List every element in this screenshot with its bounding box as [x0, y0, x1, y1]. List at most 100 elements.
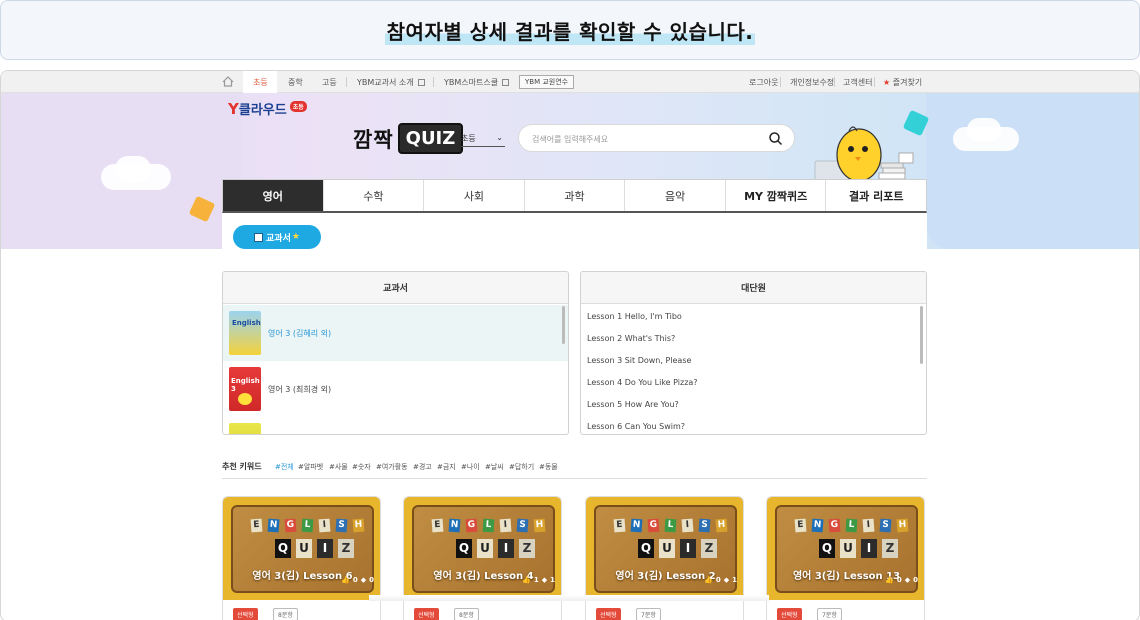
letter-tile: I — [499, 518, 512, 533]
textbook-cover-image — [229, 423, 261, 434]
letter-tile: Z — [519, 539, 535, 558]
keyword-item[interactable]: #알파벳 — [298, 462, 323, 472]
nav-ybm-smartschool[interactable]: YBM스마트스쿨 — [444, 77, 510, 88]
nav-ybm-textbook-label: YBM교과서 소개 — [357, 78, 414, 87]
search-input[interactable]: 검색어를 입력해주세요 — [532, 134, 608, 145]
textbook-panel-header: 교과서 — [223, 272, 568, 304]
thumbs-up-icon: 👍 — [341, 576, 350, 584]
keyword-item[interactable]: #여가활동 — [376, 462, 408, 472]
letter-tile: I — [317, 539, 333, 558]
favorites-link[interactable]: ★ 즐겨찾기 — [883, 77, 922, 88]
letter-tile: N — [630, 518, 643, 533]
tab-science[interactable]: 과학 — [525, 180, 626, 211]
letter-tile: H — [533, 518, 546, 533]
letter-tile: S — [879, 518, 892, 533]
card-thumbnail: E N G L I S H Q U I Z 영어 3(김) Lesson 4 👍 1 ◆ 1 — [404, 497, 561, 600]
textbook-chip[interactable]: 교과서 ★ — [233, 225, 321, 249]
lesson-item[interactable]: Lesson 5 How Are You? — [587, 400, 679, 409]
quiz-type-badge: 선택형 — [596, 608, 621, 620]
edit-profile-link[interactable]: 개인정보수정 — [790, 77, 834, 88]
logout-link[interactable]: 로그아웃 — [749, 77, 778, 88]
quiz-card[interactable]: E N G L I S H Q U I Z 영어 3(김) Lesson 2 👍 0 ◆ 1 선택형 7문항 — [585, 496, 744, 620]
lesson-item[interactable]: Lesson 3 Sit Down, Please — [587, 356, 691, 365]
tab-math[interactable]: 수학 — [324, 180, 425, 211]
grade-select[interactable]: 초등 ⌄ — [461, 133, 505, 147]
keyword-item[interactable]: #날씨 — [485, 462, 504, 472]
letter-tile: U — [659, 539, 675, 558]
letter-tile: H — [715, 518, 728, 533]
chip-label: 교과서 — [266, 233, 291, 244]
letter-tile: S — [516, 518, 529, 533]
letter-tile: Z — [338, 539, 354, 558]
quiz-type-badge: 선택형 — [233, 608, 258, 620]
quiz-card[interactable]: E N G L I S H Q U I Z 영어 3(김) Lesson 4 👍 1 ◆ 1 선택형 8문항 — [403, 496, 562, 620]
lesson-item[interactable]: Lesson 6 Can You Swim? — [587, 422, 685, 431]
textbook-cover-image: English 3 — [229, 367, 261, 411]
nav-elementary[interactable]: 초등 — [253, 77, 268, 88]
letter-tile: G — [465, 518, 478, 533]
customer-center-link[interactable]: 고객센터 — [843, 77, 872, 88]
share-icon: ◆ — [904, 576, 911, 584]
keyword-item[interactable]: #나이 — [461, 462, 480, 472]
quiz-card[interactable]: E N G L I S H Q U I Z 영어 3(김) Lesson 13 👍 0 ◆ 0 선택형 7문항 — [766, 496, 925, 620]
question-count-badge: 7문항 — [817, 608, 842, 620]
divider — [346, 77, 347, 87]
scrollbar[interactable] — [562, 306, 565, 344]
lesson-item[interactable]: Lesson 2 What's This? — [587, 334, 675, 343]
letter-tile: Z — [701, 539, 717, 558]
unit-panel: 대단원 Lesson 1 Hello, I'm Tibo Lesson 2 Wh… — [580, 271, 927, 435]
textbook-item[interactable]: English 3 영어 3 (최희경 외) — [223, 361, 568, 417]
cloud-logo[interactable]: Y클라우드 초등 — [228, 99, 307, 118]
textbook-item[interactable] — [223, 417, 568, 434]
keyword-all[interactable]: #전체 — [275, 462, 294, 472]
nav-high[interactable]: 고등 — [322, 77, 337, 88]
scroll-shadow — [369, 595, 769, 601]
tab-social[interactable]: 사회 — [424, 180, 525, 211]
quiz-card[interactable]: E N G L I S H Q U I Z 영어 3(김) Lesson 6 👍 0 ◆ 0 선택형 8문항 — [222, 496, 381, 620]
keyword-item[interactable]: #숫자 — [352, 462, 371, 472]
keyword-item[interactable]: #사물 — [329, 462, 348, 472]
thumbs-up-icon: 👍 — [704, 576, 713, 584]
chevron-down-icon: ⌄ — [496, 133, 503, 142]
logo-text: 클라우드 — [238, 103, 287, 118]
card-thumbnail: E N G L I S H Q U I Z 영어 3(김) Lesson 13 👍 0 ◆ 0 — [767, 497, 924, 600]
keyword-item[interactable]: #답하기 — [509, 462, 534, 472]
scrollbar[interactable] — [920, 306, 923, 364]
star-icon: ★ — [883, 78, 891, 87]
lesson-item[interactable]: Lesson 4 Do You Like Pizza? — [587, 378, 698, 387]
letter-tile: E — [794, 518, 807, 533]
top-utility-bar: 초등 중학 고등 YBM교과서 소개 YBM스마트스쿨 YBM 교원연수 로그아… — [1, 71, 1139, 93]
letter-tile: H — [896, 518, 909, 533]
search-icon[interactable] — [768, 131, 783, 146]
lesson-item[interactable]: Lesson 1 Hello, I'm Tibo — [587, 312, 682, 321]
letter-tile: H — [352, 518, 365, 533]
teacher-training-button[interactable]: YBM 교원연수 — [519, 75, 575, 89]
textbook-panel: 교과서 English 영어 3 (김혜리 외) English 3 영어 3 … — [222, 271, 569, 435]
quiz-type-badge: 선택형 — [777, 608, 802, 620]
letter-tile: S — [698, 518, 711, 533]
nav-ybm-textbook[interactable]: YBM교과서 소개 — [357, 77, 425, 88]
card-stats: 👍 0 ◆ 1 — [701, 576, 737, 584]
thumbs-up-icon: 👍 — [885, 576, 894, 584]
divider — [874, 77, 875, 87]
tab-my-quiz[interactable]: MY 깜짝퀴즈 — [726, 180, 827, 211]
home-icon[interactable] — [222, 76, 234, 87]
like-count: 0 — [352, 576, 358, 584]
hero-right-panel — [926, 93, 1139, 249]
question-count-badge: 8문항 — [273, 608, 298, 620]
question-count-badge: 7문항 — [636, 608, 661, 620]
tab-result-report[interactable]: 결과 리포트 — [826, 180, 926, 211]
keyword-item[interactable]: #금지 — [437, 462, 456, 472]
keyword-item[interactable]: #동물 — [539, 462, 558, 472]
letter-tile: I — [861, 539, 877, 558]
nav-middle[interactable]: 중학 — [288, 77, 303, 88]
keyword-item[interactable]: #경고 — [413, 462, 432, 472]
tab-english[interactable]: 영어 — [223, 180, 324, 211]
quiz-brand-logo[interactable]: 깜짝 QUIZ — [353, 123, 464, 154]
caption-text: 참여자별 상세 결과를 확인할 수 있습니다. — [384, 15, 756, 45]
letter-tile: E — [250, 518, 263, 533]
tab-music[interactable]: 음악 — [625, 180, 726, 211]
textbook-item[interactable]: English 영어 3 (김혜리 외) — [223, 305, 568, 361]
letter-tile: S — [335, 518, 348, 533]
search-bar[interactable]: 검색어를 입력해주세요 — [518, 124, 795, 152]
